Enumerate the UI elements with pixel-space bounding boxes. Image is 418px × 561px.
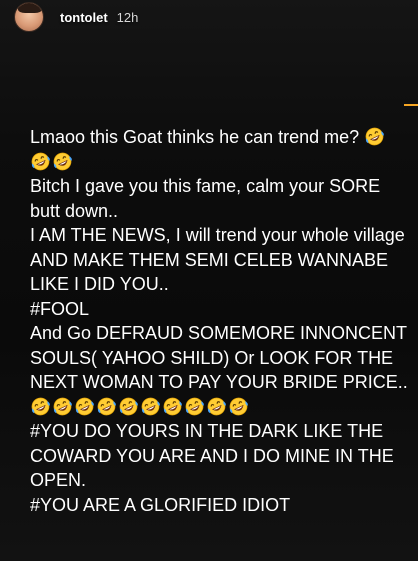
username[interactable]: tontolet xyxy=(60,10,108,25)
emoji-group-line-1 xyxy=(364,127,386,147)
emoji-group-line-2 xyxy=(30,150,415,175)
caption-line-1: Lmaoo this Goat thinks he can trend me? xyxy=(30,125,415,150)
rolling-on-the-floor-laughing-emoji-icon xyxy=(30,151,51,172)
emoji-group-line-12 xyxy=(30,395,415,420)
caption-line-1-text: Lmaoo this Goat thinks he can trend me? xyxy=(30,127,360,147)
rolling-on-the-floor-laughing-emoji-icon xyxy=(74,396,95,417)
caption-line-7: LIKE I DID YOU.. xyxy=(30,274,169,294)
caption-line-6: AND MAKE THEM SEMI CELEB WANNABE xyxy=(30,249,389,270)
caption-line-16: #YOU ARE A GLORIFIED IDIOT xyxy=(30,494,291,515)
story-header: tontolet 12h xyxy=(14,2,138,32)
rolling-on-the-floor-laughing-emoji-icon xyxy=(162,396,183,417)
edge-accent-mark xyxy=(404,104,418,106)
rolling-on-the-floor-laughing-emoji-icon xyxy=(364,126,385,147)
caption-line-10: SOULS( YAHOO SHILD) Or LOOK FOR THE xyxy=(30,347,394,368)
rolling-on-the-floor-laughing-emoji-icon xyxy=(30,396,51,417)
timestamp: 12h xyxy=(116,9,139,25)
rolling-on-the-floor-laughing-emoji-icon xyxy=(206,396,227,417)
caption-line-14: COWARD YOU ARE AND I DO MINE IN THE xyxy=(30,445,394,466)
rolling-on-the-floor-laughing-emoji-icon xyxy=(118,396,139,417)
caption-line-11: NEXT WOMAN TO PAY YOUR BRIDE PRICE.. xyxy=(30,372,408,392)
caption-line-4: butt down.. xyxy=(30,200,119,221)
rolling-on-the-floor-laughing-emoji-icon xyxy=(184,396,205,417)
story-caption: Lmaoo this Goat thinks he can trend me? … xyxy=(30,125,415,517)
rolling-on-the-floor-laughing-emoji-icon xyxy=(140,396,161,417)
avatar-hair xyxy=(18,3,42,13)
caption-line-9: And Go DEFRAUD SOMEMORE INNONCENT xyxy=(30,323,408,343)
caption-line-13: #YOU DO YOURS IN THE DARK LIKE THE xyxy=(30,421,384,441)
caption-line-3: Bitch I gave you this fame, calm your SO… xyxy=(30,176,381,196)
rolling-on-the-floor-laughing-emoji-icon xyxy=(52,396,73,417)
caption-line-15: OPEN. xyxy=(30,470,87,490)
avatar[interactable] xyxy=(14,2,44,32)
rolling-on-the-floor-laughing-emoji-icon xyxy=(96,396,117,417)
caption-line-5: I AM THE NEWS, I will trend your whole v… xyxy=(30,225,405,245)
caption-line-8: #FOOL xyxy=(30,298,90,319)
rolling-on-the-floor-laughing-emoji-icon xyxy=(228,396,249,417)
rolling-on-the-floor-laughing-emoji-icon xyxy=(52,151,73,172)
